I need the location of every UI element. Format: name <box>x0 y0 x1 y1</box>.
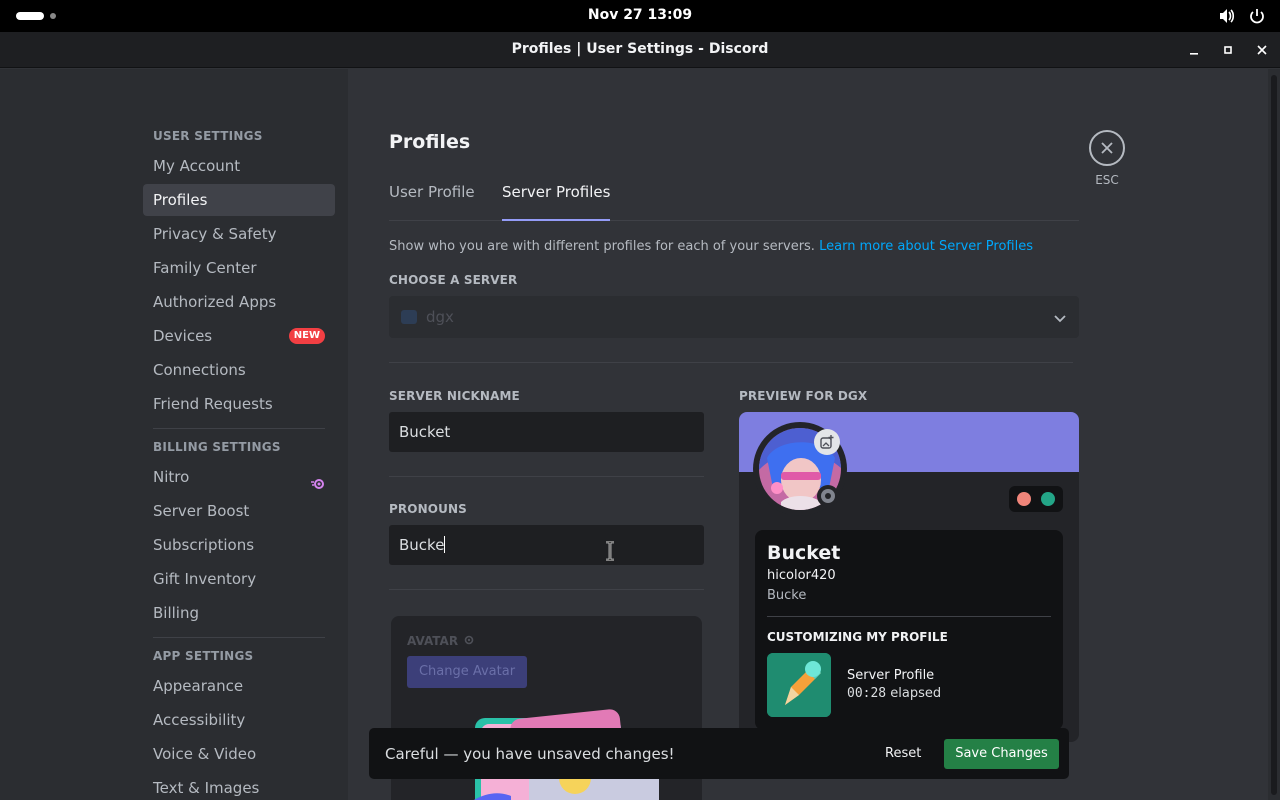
display-name: Bucket <box>767 542 841 564</box>
system-tray[interactable] <box>1218 6 1266 26</box>
nitro-icon <box>462 634 474 648</box>
chevron-down-icon <box>1053 310 1067 329</box>
profile-preview-card: Bucket hicolor420 Bucke CUSTOMIZING MY P… <box>739 412 1079 742</box>
minimize-button[interactable] <box>1184 40 1204 60</box>
unsaved-changes-bar: Careful — you have unsaved changes! Rese… <box>369 728 1069 779</box>
sidebar-item-nitro[interactable]: Nitro <box>143 461 335 493</box>
close-window-button[interactable] <box>1252 40 1272 60</box>
section-divider <box>389 589 704 590</box>
profile-info-panel: Bucket hicolor420 Bucke CUSTOMIZING MY P… <box>755 530 1063 730</box>
active-developer-badge-icon[interactable] <box>1041 492 1055 506</box>
volume-icon[interactable] <box>1218 6 1236 26</box>
sidebar-item-friend-requests[interactable]: Friend Requests <box>143 388 335 420</box>
activity-elapsed: 00:28 elapsed <box>847 686 941 701</box>
scrollbar[interactable] <box>1268 69 1280 800</box>
sidebar-item-connections[interactable]: Connections <box>143 354 335 386</box>
text-caret <box>444 536 446 553</box>
text-cursor-icon <box>604 540 616 565</box>
system-top-bar: Nov 27 13:09 <box>0 0 1280 32</box>
sidebar-header-app-settings: APP SETTINGS <box>153 649 254 663</box>
learn-more-link[interactable]: Learn more about Server Profiles <box>819 239 1033 254</box>
sidebar-divider <box>153 428 325 429</box>
window-title: Profiles | User Settings - Discord <box>511 41 769 57</box>
esc-label: ESC <box>1095 173 1119 187</box>
pronouns-input[interactable]: Bucke <box>389 525 704 565</box>
activity-title: Server Profile <box>847 668 935 683</box>
reset-button[interactable]: Reset <box>885 746 921 761</box>
sidebar-item-label: Nitro <box>153 468 190 486</box>
sidebar-header-billing-settings: BILLING SETTINGS <box>153 440 281 454</box>
settings-content: Profiles User Profile Server Profiles Sh… <box>348 69 1268 800</box>
status-indicator <box>817 485 839 507</box>
close-icon <box>1101 142 1113 154</box>
save-changes-button[interactable]: Save Changes <box>944 739 1059 769</box>
unsaved-message: Careful — you have unsaved changes! <box>385 745 675 763</box>
elapsed-suffix: elapsed <box>890 686 942 701</box>
customizing-header: CUSTOMIZING MY PROFILE <box>767 630 948 644</box>
elapsed-time: 00:28 <box>847 686 887 701</box>
sidebar-item-gift-inventory[interactable]: Gift Inventory <box>143 563 335 595</box>
add-image-icon[interactable] <box>814 429 840 455</box>
sidebar-item-billing[interactable]: Billing <box>143 597 335 629</box>
sidebar-item-authorized-apps[interactable]: Authorized Apps <box>143 286 335 318</box>
change-avatar-button[interactable]: Change Avatar <box>407 656 527 688</box>
sidebar-item-accessibility[interactable]: Accessibility <box>143 704 335 736</box>
sidebar-item-subscriptions[interactable]: Subscriptions <box>143 529 335 561</box>
sidebar-item-profiles[interactable]: Profiles <box>143 184 335 216</box>
preview-label: PREVIEW FOR DGX <box>739 389 868 403</box>
sidebar-item-devices[interactable]: Devices NEW <box>143 320 335 352</box>
power-icon[interactable] <box>1248 6 1266 26</box>
server-nickname-input[interactable]: Bucket <box>389 412 704 452</box>
tab-server-profiles[interactable]: Server Profiles <box>502 183 611 221</box>
section-divider <box>389 362 1073 363</box>
pronouns-display: Bucke <box>767 588 807 603</box>
avatar-label-text: AVATAR <box>407 634 459 648</box>
page-title: Profiles <box>389 131 471 153</box>
description-text: Show who you are with different profiles… <box>389 239 815 254</box>
section-divider <box>389 476 704 477</box>
sidebar-item-server-boost[interactable]: Server Boost <box>143 495 335 527</box>
pronouns-label: PRONOUNS <box>389 502 467 516</box>
sidebar-item-appearance[interactable]: Appearance <box>143 670 335 702</box>
choose-server-label: CHOOSE A SERVER <box>389 273 518 287</box>
sidebar-item-family-center[interactable]: Family Center <box>143 252 335 284</box>
sidebar-item-privacy-safety[interactable]: Privacy & Safety <box>143 218 335 250</box>
pronouns-value: Bucke <box>399 536 445 554</box>
settings-sidebar: USER SETTINGS My Account Profiles Privac… <box>0 69 348 800</box>
sidebar-divider <box>153 637 325 638</box>
server-icon <box>401 310 417 324</box>
avatar-label: AVATAR <box>407 634 474 648</box>
server-select[interactable]: dgx <box>389 296 1079 338</box>
sidebar-item-my-account[interactable]: My Account <box>143 150 335 182</box>
profile-tabs: User Profile Server Profiles <box>389 181 1079 221</box>
sidebar-item-voice-video[interactable]: Voice & Video <box>143 738 335 770</box>
new-badge: NEW <box>288 328 325 344</box>
sidebar-header-user-settings: USER SETTINGS <box>153 129 263 143</box>
sidebar-item-label: Devices <box>153 327 213 345</box>
server-profiles-description: Show who you are with different profiles… <box>389 239 1033 254</box>
close-settings-button[interactable] <box>1089 130 1125 166</box>
profile-badges <box>1009 486 1063 512</box>
sidebar-item-text-images[interactable]: Text & Images <box>143 772 335 800</box>
server-nickname-label: SERVER NICKNAME <box>389 389 520 403</box>
window-title-bar: Profiles | User Settings - Discord <box>0 32 1280 68</box>
pencil-icon <box>767 653 831 717</box>
username: hicolor420 <box>767 568 836 583</box>
scrollbar-thumb[interactable] <box>1271 75 1277 795</box>
preview-divider <box>767 616 1051 617</box>
system-clock[interactable]: Nov 27 13:09 <box>0 7 1280 23</box>
selected-server: dgx <box>426 308 454 326</box>
tab-user-profile[interactable]: User Profile <box>389 183 475 221</box>
maximize-button[interactable] <box>1218 40 1238 60</box>
hypesquad-badge-icon[interactable] <box>1017 492 1031 506</box>
